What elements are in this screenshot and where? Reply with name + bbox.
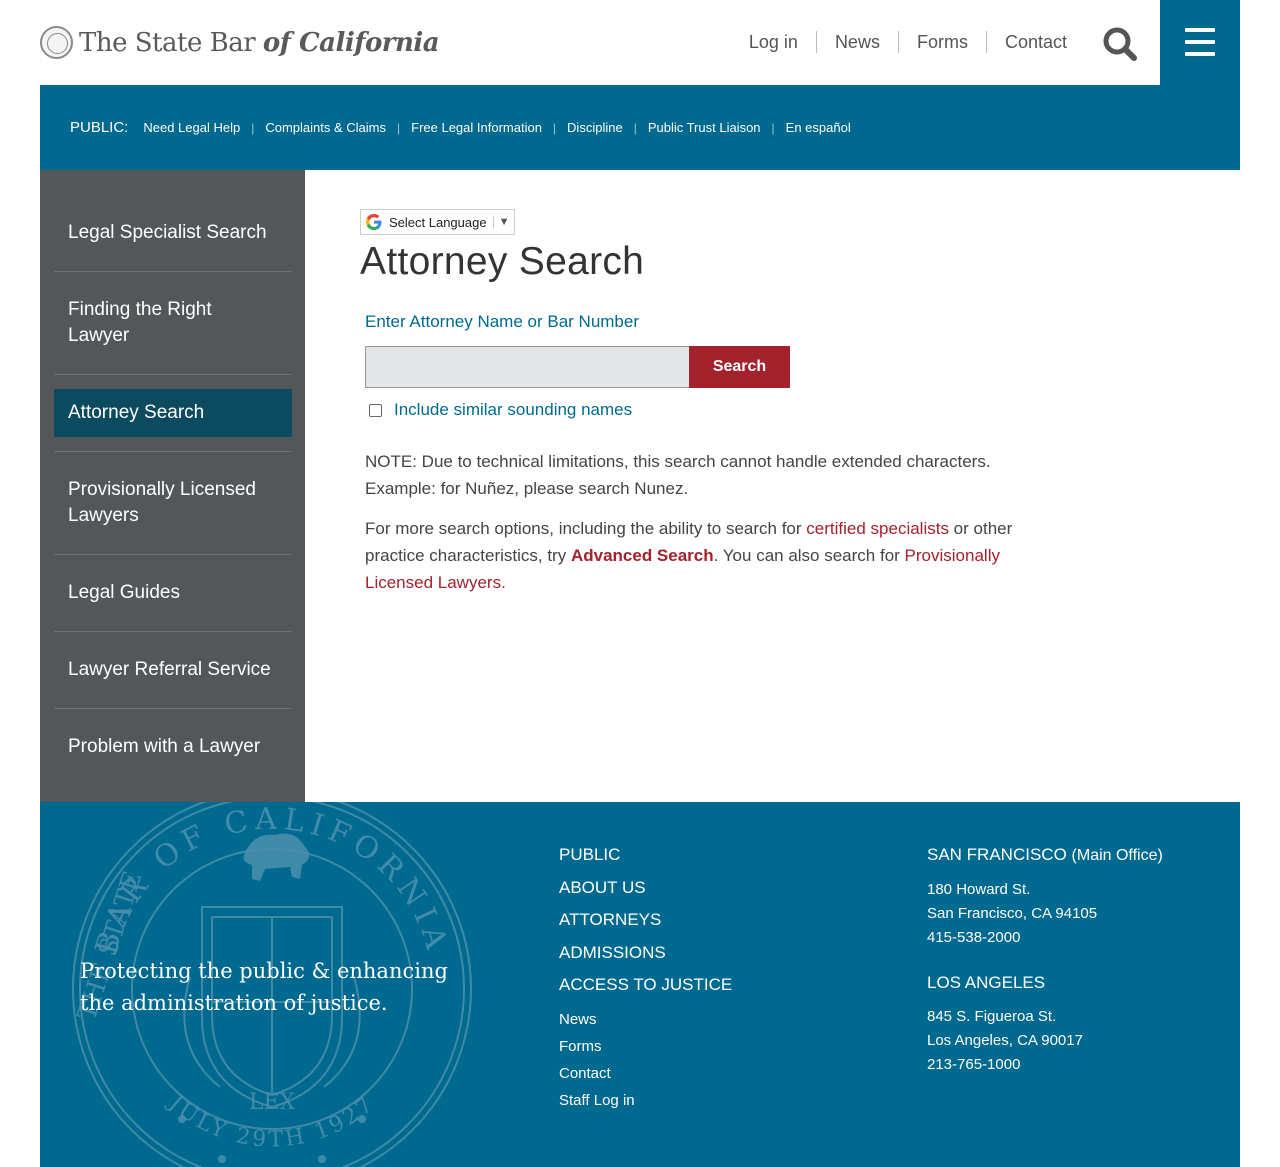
logo-text-plain: The State Bar	[79, 27, 256, 58]
main-content: Select Language ▼ Attorney Search Enter …	[305, 170, 1240, 802]
advanced-search-link[interactable]: Advanced Search	[571, 546, 714, 565]
footer-link-contact[interactable]: Contact	[559, 1064, 732, 1083]
footer-link-access-to-justice[interactable]: ACCESS TO JUSTICE	[559, 974, 732, 996]
hamburger-menu-icon	[1185, 28, 1215, 32]
office-sf-name: SAN FRANCISCO (Main Office)	[927, 844, 1163, 867]
more-text-1: For more search options, including the a…	[365, 519, 807, 538]
footer-links: PUBLIC ABOUT US ATTORNEYS ADMISSIONS ACC…	[559, 844, 732, 1118]
hamburger-menu-icon-line	[1185, 40, 1215, 44]
certified-specialists-link[interactable]: certified specialists	[806, 519, 949, 538]
sidebar-item-lawyer-referral[interactable]: Lawyer Referral Service	[54, 632, 292, 709]
public-label: PUBLIC:	[70, 119, 129, 136]
public-link-need-legal-help[interactable]: Need Legal Help	[143, 120, 240, 135]
site-header: The State Bar of California Log in News …	[0, 0, 1280, 85]
similar-names-label[interactable]: Include similar sounding names	[394, 400, 632, 420]
office-sf-city-line: San Francisco, CA 94105	[927, 905, 1098, 922]
hamburger-menu-icon-line	[1185, 52, 1215, 56]
language-select-label: Select Language	[389, 214, 487, 230]
google-g-icon	[366, 214, 382, 230]
separator: |	[633, 120, 637, 135]
separator: |	[251, 120, 255, 135]
footer-link-news[interactable]: News	[559, 1010, 732, 1029]
site-logo[interactable]: The State Bar of California	[40, 26, 440, 59]
site-footer: BAR OF CALIFORNIA JULY 29TH 1927 THE STA…	[40, 802, 1240, 1167]
nav-log-in[interactable]: Log in	[731, 31, 816, 53]
footer-tagline: Protecting the public & enhancing the ad…	[80, 959, 448, 1015]
sidebar-item-legal-specialist-search[interactable]: Legal Specialist Search	[54, 195, 292, 272]
separator: |	[552, 120, 557, 135]
footer-link-attorneys[interactable]: ATTORNEYS	[559, 909, 732, 931]
footer-offices: SAN FRANCISCO (Main Office) 180 Howard S…	[927, 844, 1163, 1077]
page-title: Attorney Search	[360, 240, 645, 283]
office-la-address: 845 S. Figueroa St. Los Angeles, CA 9001…	[927, 1005, 1163, 1077]
more-text-3: . You can also search for	[713, 546, 905, 565]
nav-contact[interactable]: Contact	[985, 31, 1085, 53]
public-link-public-trust-liaison[interactable]: Public Trust Liaison	[648, 120, 761, 135]
logo-text-italic: of California	[262, 27, 440, 58]
office-la-city-line: Los Angeles, CA 90017	[927, 1032, 1083, 1049]
similar-names-option: Include similar sounding names	[369, 400, 632, 420]
nav-forms[interactable]: Forms	[897, 31, 986, 53]
footer-sub-links: News Forms Contact Staff Log in	[559, 1010, 732, 1110]
public-nav-bar: PUBLIC: Need Legal Help | Complaints & C…	[40, 85, 1240, 170]
search-submit-button[interactable]: Search	[689, 346, 790, 388]
office-sf-phone[interactable]: 415-538-2000	[927, 926, 1163, 950]
footer-link-forms[interactable]: Forms	[559, 1037, 732, 1056]
logo-text: The State Bar of California	[79, 27, 440, 58]
chevron-down-icon: ▼	[492, 216, 509, 228]
office-la-street: 845 S. Figueroa St.	[927, 1008, 1057, 1025]
seal-text-lex: LEX	[249, 1090, 296, 1115]
office-la-phone[interactable]: 213-765-1000	[927, 1053, 1163, 1077]
office-sf-suffix: (Main Office)	[1071, 847, 1163, 864]
search-icon	[1103, 27, 1137, 61]
note-line-1: NOTE: Due to technical limitations, this…	[365, 452, 991, 471]
hamburger-menu-button[interactable]	[1160, 0, 1240, 85]
public-link-complaints[interactable]: Complaints & Claims	[265, 120, 386, 135]
footer-link-about-us[interactable]: ABOUT US	[559, 877, 732, 899]
sidebar: Legal Specialist Search Finding the Righ…	[40, 170, 305, 802]
search-button[interactable]	[1100, 24, 1140, 64]
separator: |	[771, 120, 775, 135]
separator: |	[397, 120, 401, 135]
note-line-2: Example: for Nuñez, please search Nunez.	[365, 479, 689, 498]
public-link-discipline[interactable]: Discipline	[567, 120, 623, 135]
office-sf-street: 180 Howard St.	[927, 881, 1031, 898]
nav-news[interactable]: News	[815, 31, 898, 53]
public-link-en-espanol[interactable]: En español	[786, 120, 851, 135]
sidebar-item-attorney-search[interactable]: Attorney Search	[54, 389, 292, 437]
footer-link-staff-log-in[interactable]: Staff Log in	[559, 1091, 732, 1110]
sidebar-item-provisionally-licensed[interactable]: Provisionally Licensed Lawyers	[54, 451, 292, 555]
public-link-free-legal-info[interactable]: Free Legal Information	[411, 120, 542, 135]
sidebar-item-legal-guides[interactable]: Legal Guides	[54, 555, 292, 632]
sidebar-item-finding-right-lawyer[interactable]: Finding the Right Lawyer	[54, 272, 292, 375]
office-la-name: LOS ANGELES	[927, 973, 1046, 992]
more-options-text: For more search options, including the a…	[365, 515, 1025, 596]
search-field-label: Enter Attorney Name or Bar Number	[365, 312, 640, 331]
footer-link-public[interactable]: PUBLIC	[559, 844, 732, 866]
attorney-search-input[interactable]	[365, 346, 690, 388]
language-select[interactable]: Select Language ▼	[360, 209, 515, 235]
note-text: NOTE: Due to technical limitations, this…	[365, 448, 1025, 502]
office-sf-city: SAN FRANCISCO	[927, 845, 1067, 864]
similar-names-checkbox[interactable]	[369, 403, 382, 417]
state-bar-seal-icon	[40, 26, 73, 59]
top-nav: Log in News Forms Contact	[731, 31, 1085, 53]
sidebar-item-problem-with-lawyer[interactable]: Problem with a Lawyer	[54, 709, 292, 785]
footer-link-admissions[interactable]: ADMISSIONS	[559, 942, 732, 964]
office-sf-address: 180 Howard St. San Francisco, CA 94105 4…	[927, 878, 1163, 950]
